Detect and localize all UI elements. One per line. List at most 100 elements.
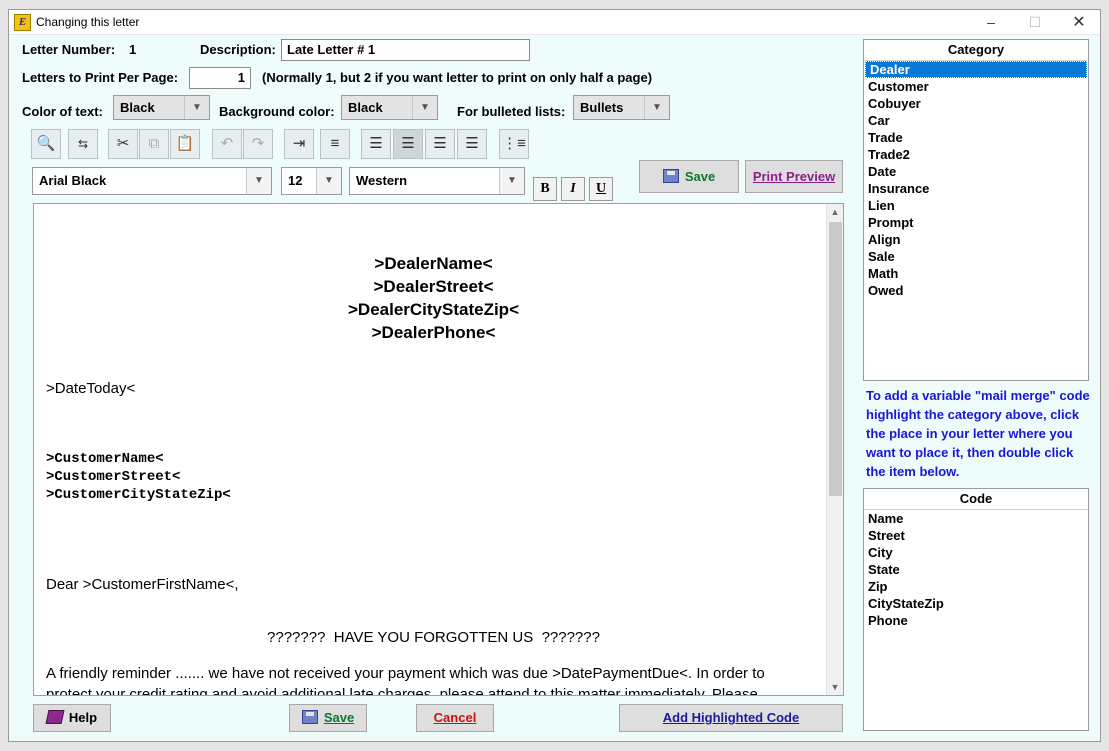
title-bar: E Changing this letter – ☐ ✕ <box>9 10 1100 35</box>
dealer-phone-line: >DealerPhone< <box>371 323 496 342</box>
bullets-value: Bullets <box>580 100 624 115</box>
justify-icon[interactable]: ☰ <box>457 129 487 159</box>
maximize-button[interactable]: ☐ <box>1013 10 1057 35</box>
print-preview-button[interactable]: Print Preview <box>745 160 843 193</box>
letter-editor[interactable]: >DealerName< >DealerStreet< >DealerCityS… <box>33 203 844 696</box>
bg-color-select[interactable]: Black ▼ <box>341 95 438 120</box>
scroll-up-icon[interactable]: ▲ <box>827 204 843 220</box>
script-value: Western <box>356 173 408 188</box>
chevron-down-icon: ▼ <box>412 96 437 119</box>
close-button[interactable]: ✕ <box>1057 10 1101 35</box>
find-icon[interactable]: 🔍 <box>31 129 61 159</box>
minimize-button[interactable]: – <box>969 10 1013 35</box>
indent-icon[interactable]: ⇥ <box>284 129 314 159</box>
undo-icon[interactable]: ↶ <box>212 129 242 159</box>
date-line: >DateToday< <box>46 380 136 397</box>
toolbar-save-button[interactable]: Save <box>639 160 739 193</box>
scroll-down-icon[interactable]: ▼ <box>827 679 843 695</box>
code-items: Name Street City State Zip CityStateZip Phone <box>864 510 1088 629</box>
category-list[interactable]: Category Dealer Customer Cobuyer Car Trade Tr… <box>863 39 1089 381</box>
app-icon: E <box>14 14 31 31</box>
code-list[interactable]: Code Name Street City State Zip CityStateZip P… <box>863 488 1089 731</box>
category-item[interactable]: Owed <box>864 282 1088 299</box>
align-left-icon[interactable]: ☰ <box>361 129 391 159</box>
chevron-down-icon: ▼ <box>316 168 341 194</box>
per-page-label: Letters to Print Per Page: <box>22 70 179 85</box>
font-select[interactable]: Arial Black ▼ <box>32 167 272 195</box>
customer-street-line: >CustomerStreet< <box>46 469 181 485</box>
code-item[interactable]: CityStateZip <box>864 595 1088 612</box>
chevron-down-icon: ▼ <box>499 168 524 194</box>
code-item[interactable]: Zip <box>864 578 1088 595</box>
category-header: Category <box>864 40 1088 61</box>
script-select[interactable]: Western ▼ <box>349 167 525 195</box>
bg-color-value: Black <box>348 100 383 115</box>
floppy-disk-icon <box>662 169 679 183</box>
italic-button[interactable]: I <box>561 177 585 201</box>
floppy-disk-icon <box>301 710 318 724</box>
body-line-1: A friendly reminder ....... we have not … <box>46 665 765 682</box>
code-item[interactable]: Street <box>864 527 1088 544</box>
letter-editor-window: E Changing this letter – ☐ ✕ Letter Numb… <box>8 9 1101 742</box>
redo-icon[interactable]: ↷ <box>243 129 273 159</box>
code-item[interactable]: State <box>864 561 1088 578</box>
add-highlighted-code-button[interactable]: Add Highlighted Code <box>619 704 843 732</box>
category-item[interactable]: Sale <box>864 248 1088 265</box>
replace-icon[interactable]: ⇆ <box>68 129 98 159</box>
letter-number-label: Letter Number: <box>22 42 116 57</box>
greeting-line: Dear >CustomerFirstName<, <box>46 576 239 593</box>
font-value: Arial Black <box>39 173 107 188</box>
category-item[interactable]: Lien <box>864 197 1088 214</box>
text-color-value: Black <box>120 100 155 115</box>
category-item[interactable]: Trade2 <box>864 146 1088 163</box>
paste-icon[interactable]: 📋 <box>170 129 200 159</box>
category-item[interactable]: Dealer <box>865 61 1087 78</box>
align-center-icon[interactable]: ☰ <box>393 129 423 159</box>
code-item[interactable]: City <box>864 544 1088 561</box>
bg-color-label: Background color: <box>219 104 335 119</box>
footer-save-button[interactable]: Save <box>289 704 367 732</box>
align-right-icon[interactable]: ☰ <box>425 129 455 159</box>
letter-number-value: 1 <box>129 42 137 57</box>
help-button[interactable]: Help <box>33 704 111 732</box>
help-label: Help <box>68 710 98 725</box>
dealer-street-line: >DealerStreet< <box>373 277 494 296</box>
category-item[interactable]: Customer <box>864 78 1088 95</box>
text-color-select[interactable]: Black ▼ <box>113 95 210 120</box>
underline-button[interactable]: U <box>589 177 613 201</box>
scroll-thumb[interactable] <box>829 222 842 496</box>
bullet-list-icon[interactable]: ⋮≡ <box>499 129 529 159</box>
customer-name-line: >CustomerName< <box>46 451 164 467</box>
copy-icon[interactable]: ⧉ <box>139 129 169 159</box>
description-label: Description: <box>200 42 276 57</box>
chevron-down-icon: ▼ <box>184 96 209 119</box>
footer-save-label: Save <box>323 710 355 725</box>
category-item[interactable]: Insurance <box>864 180 1088 197</box>
outdent-icon[interactable]: ≡ <box>320 129 350 159</box>
per-page-input[interactable]: 1 <box>189 67 251 89</box>
chevron-down-icon: ▼ <box>246 168 271 194</box>
bullets-select[interactable]: Bullets ▼ <box>573 95 670 120</box>
category-item[interactable]: Cobuyer <box>864 95 1088 112</box>
per-page-note: (Normally 1, but 2 if you want letter to… <box>262 70 653 85</box>
mail-merge-hint: To add a variable "mail merge" code high… <box>866 388 1090 479</box>
editor-scrollbar[interactable]: ▲ ▼ <box>826 204 843 695</box>
category-item[interactable]: Car <box>864 112 1088 129</box>
cancel-button[interactable]: Cancel <box>416 704 494 732</box>
cut-icon[interactable]: ✂ <box>108 129 138 159</box>
category-item[interactable]: Trade <box>864 129 1088 146</box>
description-input[interactable]: Late Letter # 1 <box>281 39 530 61</box>
dealer-city-line: >DealerCityStateZip< <box>347 300 519 319</box>
size-select[interactable]: 12 ▼ <box>281 167 342 195</box>
code-item[interactable]: Phone <box>864 612 1088 629</box>
bullets-label: For bulleted lists: <box>457 104 566 119</box>
size-value: 12 <box>288 173 303 188</box>
bold-button[interactable]: B <box>533 177 557 201</box>
body-line-2: protect your credit rating and avoid add… <box>46 686 758 696</box>
category-item[interactable]: Align <box>864 231 1088 248</box>
category-item[interactable]: Date <box>864 163 1088 180</box>
code-item[interactable]: Name <box>864 510 1088 527</box>
category-item[interactable]: Prompt <box>864 214 1088 231</box>
category-item[interactable]: Math <box>864 265 1088 282</box>
window-title: Changing this letter <box>36 15 140 29</box>
